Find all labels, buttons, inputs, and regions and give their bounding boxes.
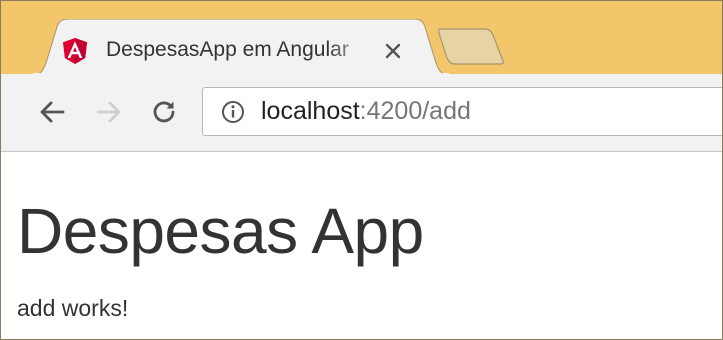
tab-title: DespesasApp em Angular	[106, 38, 349, 61]
arrow-right-icon[interactable]	[94, 97, 124, 127]
url-path: :4200/add	[359, 97, 471, 125]
page-content: Despesas App add works!	[1, 152, 722, 339]
browser-window: DespesasApp em Angular localhost:4200/ad…	[0, 0, 723, 340]
angular-logo-icon	[63, 38, 87, 64]
url-host: localhost	[261, 97, 360, 125]
page-text: add works!	[17, 295, 129, 321]
info-icon[interactable]	[221, 100, 245, 124]
browser-toolbar: localhost:4200/add	[1, 74, 722, 152]
arrow-left-icon[interactable]	[37, 97, 67, 127]
url-text: localhost:4200/add	[261, 97, 471, 126]
address-bar[interactable]: localhost:4200/add	[202, 87, 722, 136]
tab-active[interactable]: DespesasApp em Angular	[31, 19, 451, 75]
close-icon[interactable]	[383, 41, 403, 61]
reload-icon[interactable]	[149, 97, 179, 127]
tab-strip: DespesasApp em Angular	[1, 1, 722, 75]
page-title: Despesas App	[17, 195, 424, 267]
new-tab-icon[interactable]	[431, 27, 511, 65]
